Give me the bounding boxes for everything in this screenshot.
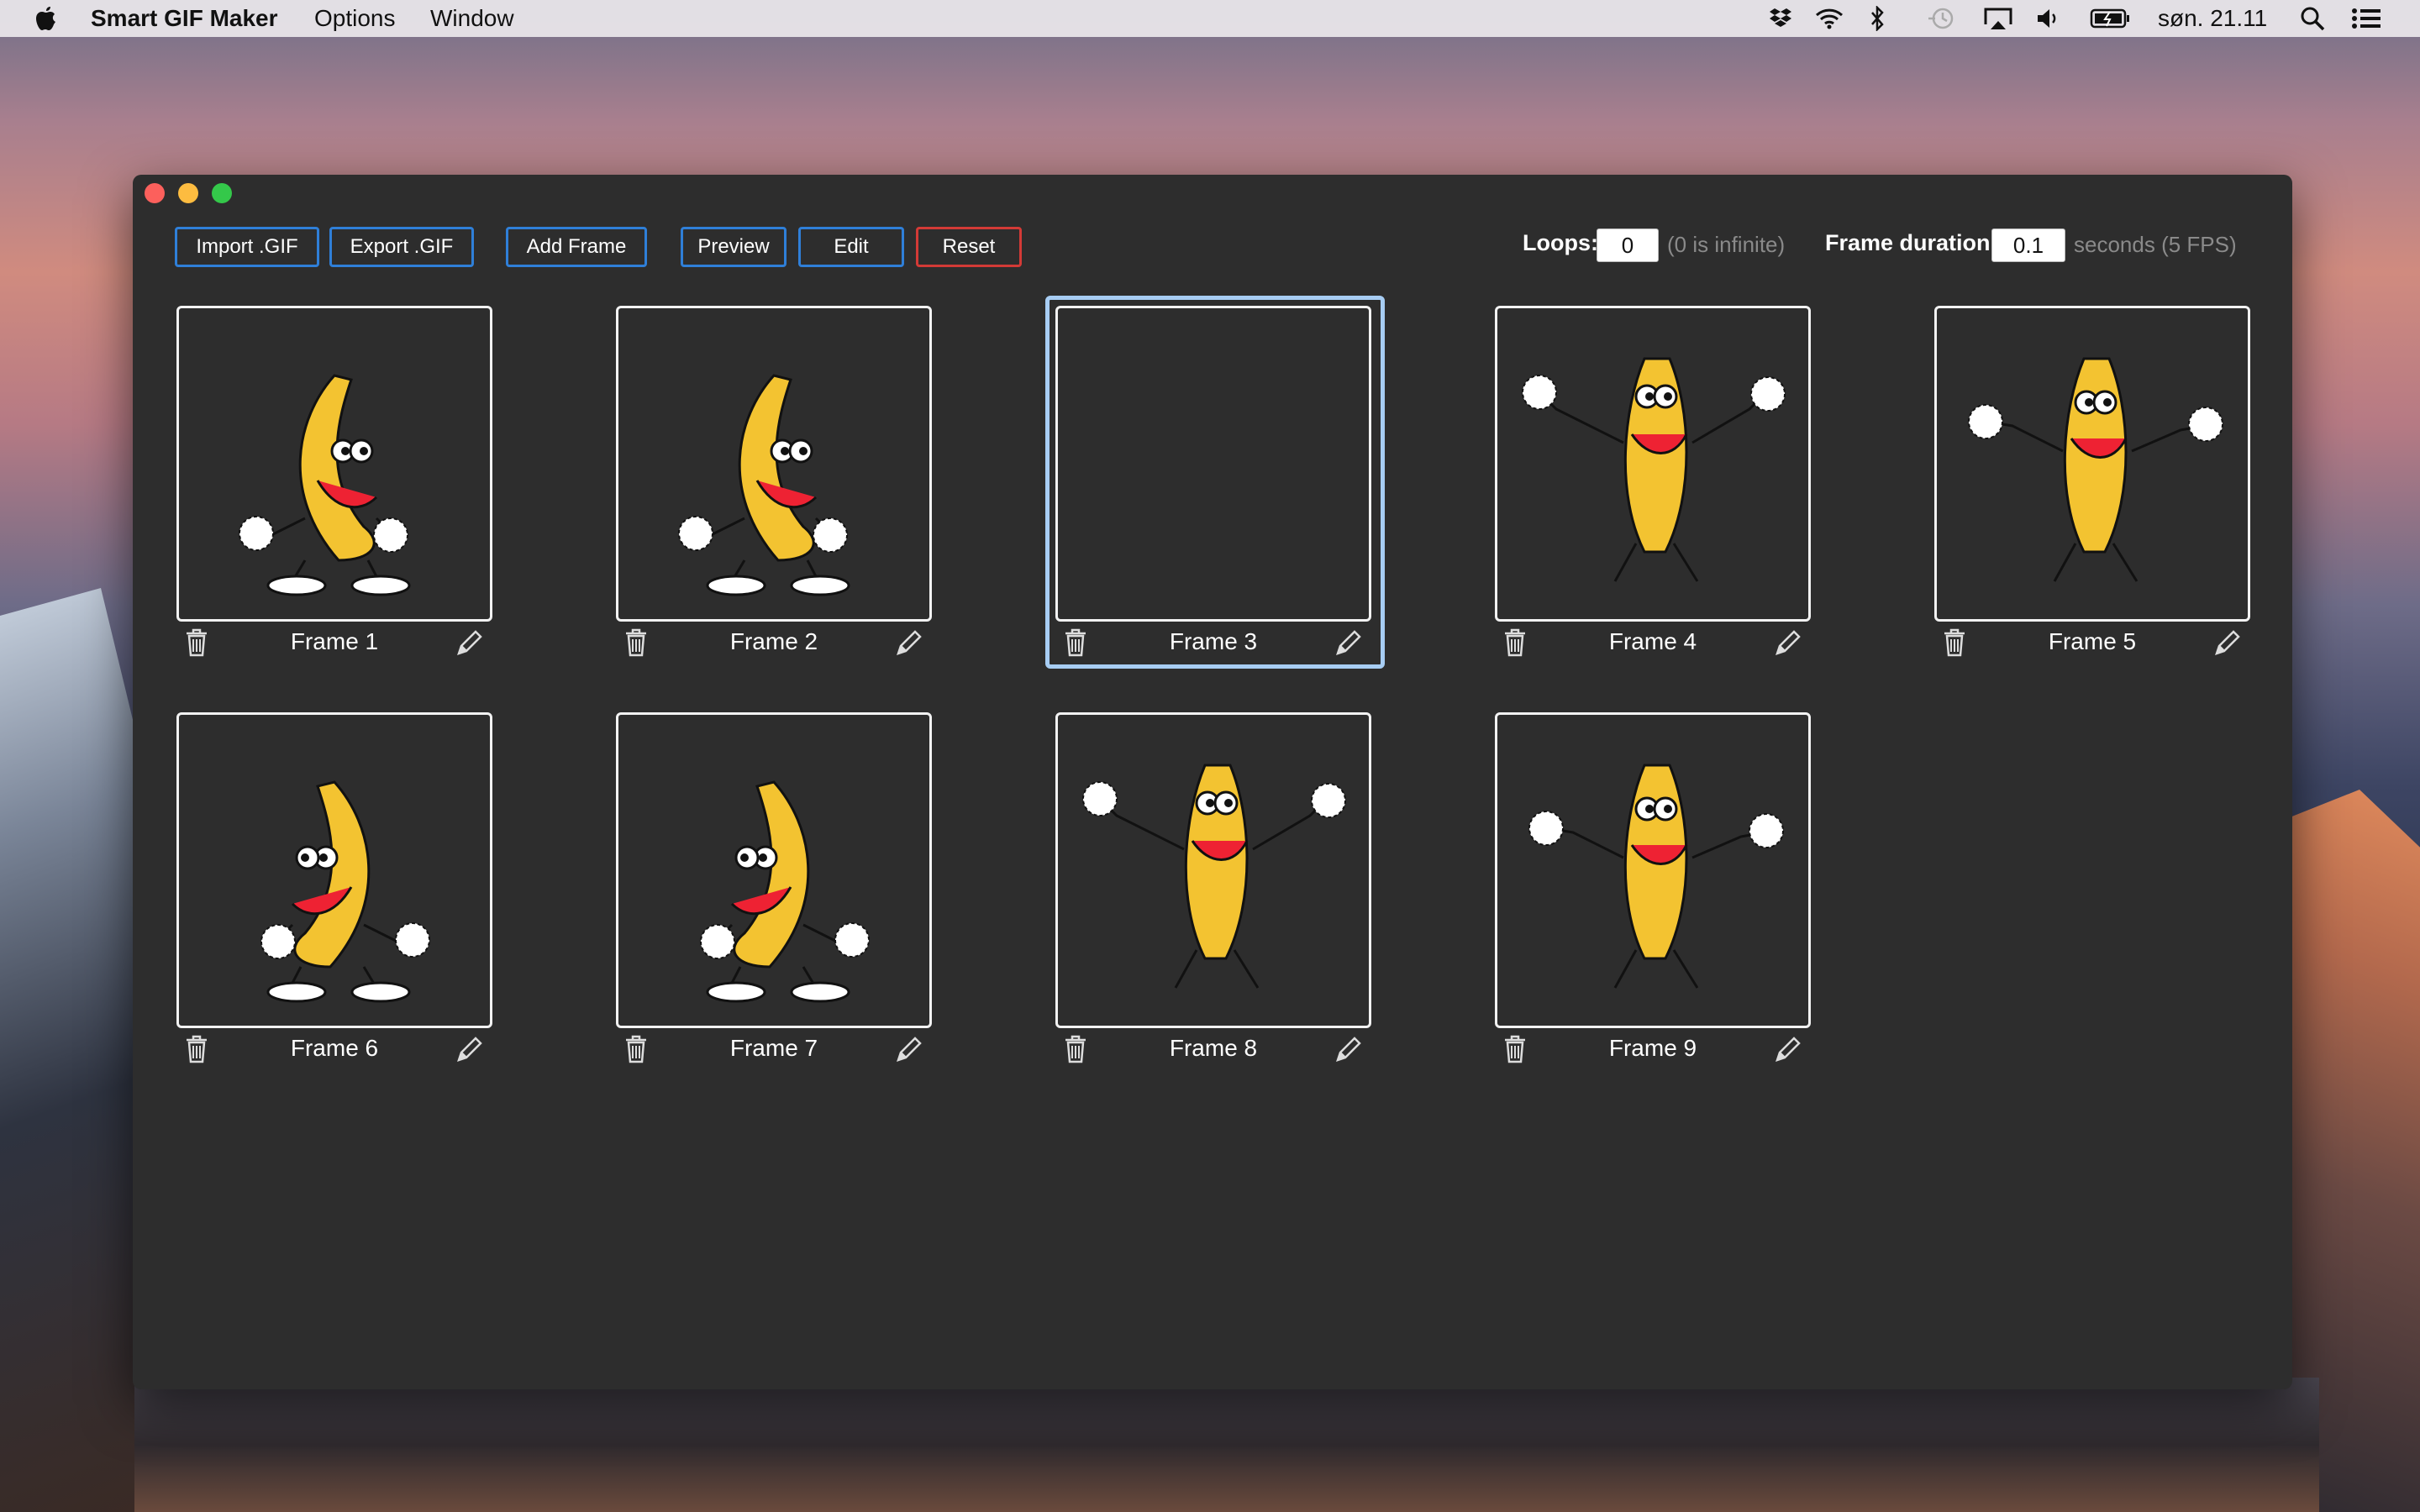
frame-thumbnail[interactable]: [176, 712, 492, 1028]
reset-button[interactable]: Reset: [916, 227, 1022, 267]
close-window-button[interactable]: [145, 183, 165, 203]
apple-menu-icon[interactable]: [34, 5, 59, 32]
frame-label: Frame 6: [290, 1035, 379, 1061]
app-window: Import .GIF Export .GIF Add Frame Previe…: [133, 175, 2292, 1389]
banana-image: [239, 374, 411, 596]
import-gif-button[interactable]: Import .GIF: [175, 227, 319, 267]
trash-icon[interactable]: [1064, 628, 1087, 657]
pencil-icon[interactable]: [893, 628, 923, 659]
menu-window[interactable]: Window: [430, 5, 514, 32]
frame-duration-hint: seconds (5 FPS): [2074, 232, 2237, 257]
dropbox-icon[interactable]: [1766, 5, 1795, 32]
pencil-icon[interactable]: [893, 1035, 923, 1065]
banana-image: [1082, 764, 1346, 989]
frame-thumbnail[interactable]: [1934, 306, 2250, 622]
app-name-menu[interactable]: Smart GIF Maker: [91, 5, 278, 32]
frame-thumbnail[interactable]: [616, 306, 932, 622]
bluetooth-icon[interactable]: [1867, 5, 1887, 32]
banana-image: [700, 780, 870, 1003]
pencil-icon[interactable]: [1772, 1035, 1802, 1065]
frame-thumbnail[interactable]: [1495, 306, 1811, 622]
notification-center-icon[interactable]: [2349, 5, 2383, 32]
loops-hint: (0 is infinite): [1667, 232, 1786, 257]
export-gif-button[interactable]: Export .GIF: [329, 227, 474, 267]
frame-label: Frame 3: [1169, 628, 1258, 654]
banana-image: [1522, 357, 1786, 582]
pencil-icon[interactable]: [454, 1035, 484, 1065]
banana-image: [1528, 764, 1784, 989]
trash-icon[interactable]: [1503, 1035, 1527, 1063]
trash-icon[interactable]: [624, 1035, 648, 1063]
frame-thumbnail[interactable]: [1055, 306, 1371, 622]
frame-cell[interactable]: Frame 1: [176, 306, 492, 659]
edit-button[interactable]: Edit: [798, 227, 904, 267]
wifi-icon[interactable]: [1813, 5, 1845, 32]
frame-cell[interactable]: Frame 8: [1055, 712, 1371, 1065]
menu-options[interactable]: Options: [314, 5, 396, 32]
pencil-icon[interactable]: [1333, 628, 1363, 659]
loops-label: Loops:: [1523, 230, 1598, 255]
frame-label: Frame 7: [729, 1035, 818, 1061]
clock[interactable]: søn. 21.11: [2158, 5, 2267, 32]
trash-icon[interactable]: [185, 1035, 208, 1063]
add-frame-button[interactable]: Add Frame: [506, 227, 647, 267]
volume-icon[interactable]: [2035, 5, 2060, 32]
banana-image: [260, 780, 430, 1003]
frame-cell[interactable]: Frame 4: [1495, 306, 1811, 659]
zoom-window-button[interactable]: [212, 183, 232, 203]
trash-icon[interactable]: [624, 628, 648, 657]
pencil-icon[interactable]: [2212, 628, 2242, 659]
preview-button[interactable]: Preview: [681, 227, 786, 267]
frame-thumbnail[interactable]: [616, 712, 932, 1028]
frame-label: Frame 8: [1169, 1035, 1258, 1061]
battery-icon[interactable]: [2089, 5, 2131, 32]
frame-cell[interactable]: Frame 2: [616, 306, 932, 659]
pencil-icon[interactable]: [1772, 628, 1802, 659]
banana-image: [1968, 357, 2223, 582]
frame-thumbnail[interactable]: [176, 306, 492, 622]
trash-icon[interactable]: [185, 628, 208, 657]
trash-icon[interactable]: [1064, 1035, 1087, 1063]
time-machine-icon[interactable]: [1924, 5, 1958, 32]
frame-cell[interactable]: Frame 6: [176, 712, 492, 1065]
banana-image: [678, 374, 850, 596]
frame-cell[interactable]: Frame 7: [616, 712, 932, 1065]
trash-icon[interactable]: [1943, 628, 1966, 657]
loops-input[interactable]: [1597, 228, 1659, 262]
frame-thumbnail[interactable]: [1055, 712, 1371, 1028]
frame-label: Frame 5: [2048, 628, 2137, 654]
frame-duration-input[interactable]: [1991, 228, 2065, 262]
trash-icon[interactable]: [1503, 628, 1527, 657]
frame-label: Frame 4: [1608, 628, 1697, 654]
pencil-icon[interactable]: [454, 628, 484, 659]
frame-cell[interactable]: Frame 3: [1045, 296, 1385, 669]
frame-cell[interactable]: Frame 9: [1495, 712, 1811, 1065]
spotlight-icon[interactable]: [2299, 5, 2326, 32]
frame-duration-label: Frame duration:: [1825, 230, 1998, 255]
wallpaper-mountain-bottom: [134, 1378, 2319, 1512]
frame-cell[interactable]: Frame 5: [1934, 306, 2250, 659]
pencil-icon[interactable]: [1333, 1035, 1363, 1065]
frame-label: Frame 1: [290, 628, 379, 654]
frame-label: Frame 9: [1608, 1035, 1697, 1061]
frame-thumbnail[interactable]: [1495, 712, 1811, 1028]
minimize-window-button[interactable]: [178, 183, 198, 203]
frame-label: Frame 2: [729, 628, 818, 654]
airplay-icon[interactable]: [1981, 5, 2015, 32]
menu-bar: Smart GIF Maker Options Window søn. 21.1…: [0, 0, 2420, 37]
